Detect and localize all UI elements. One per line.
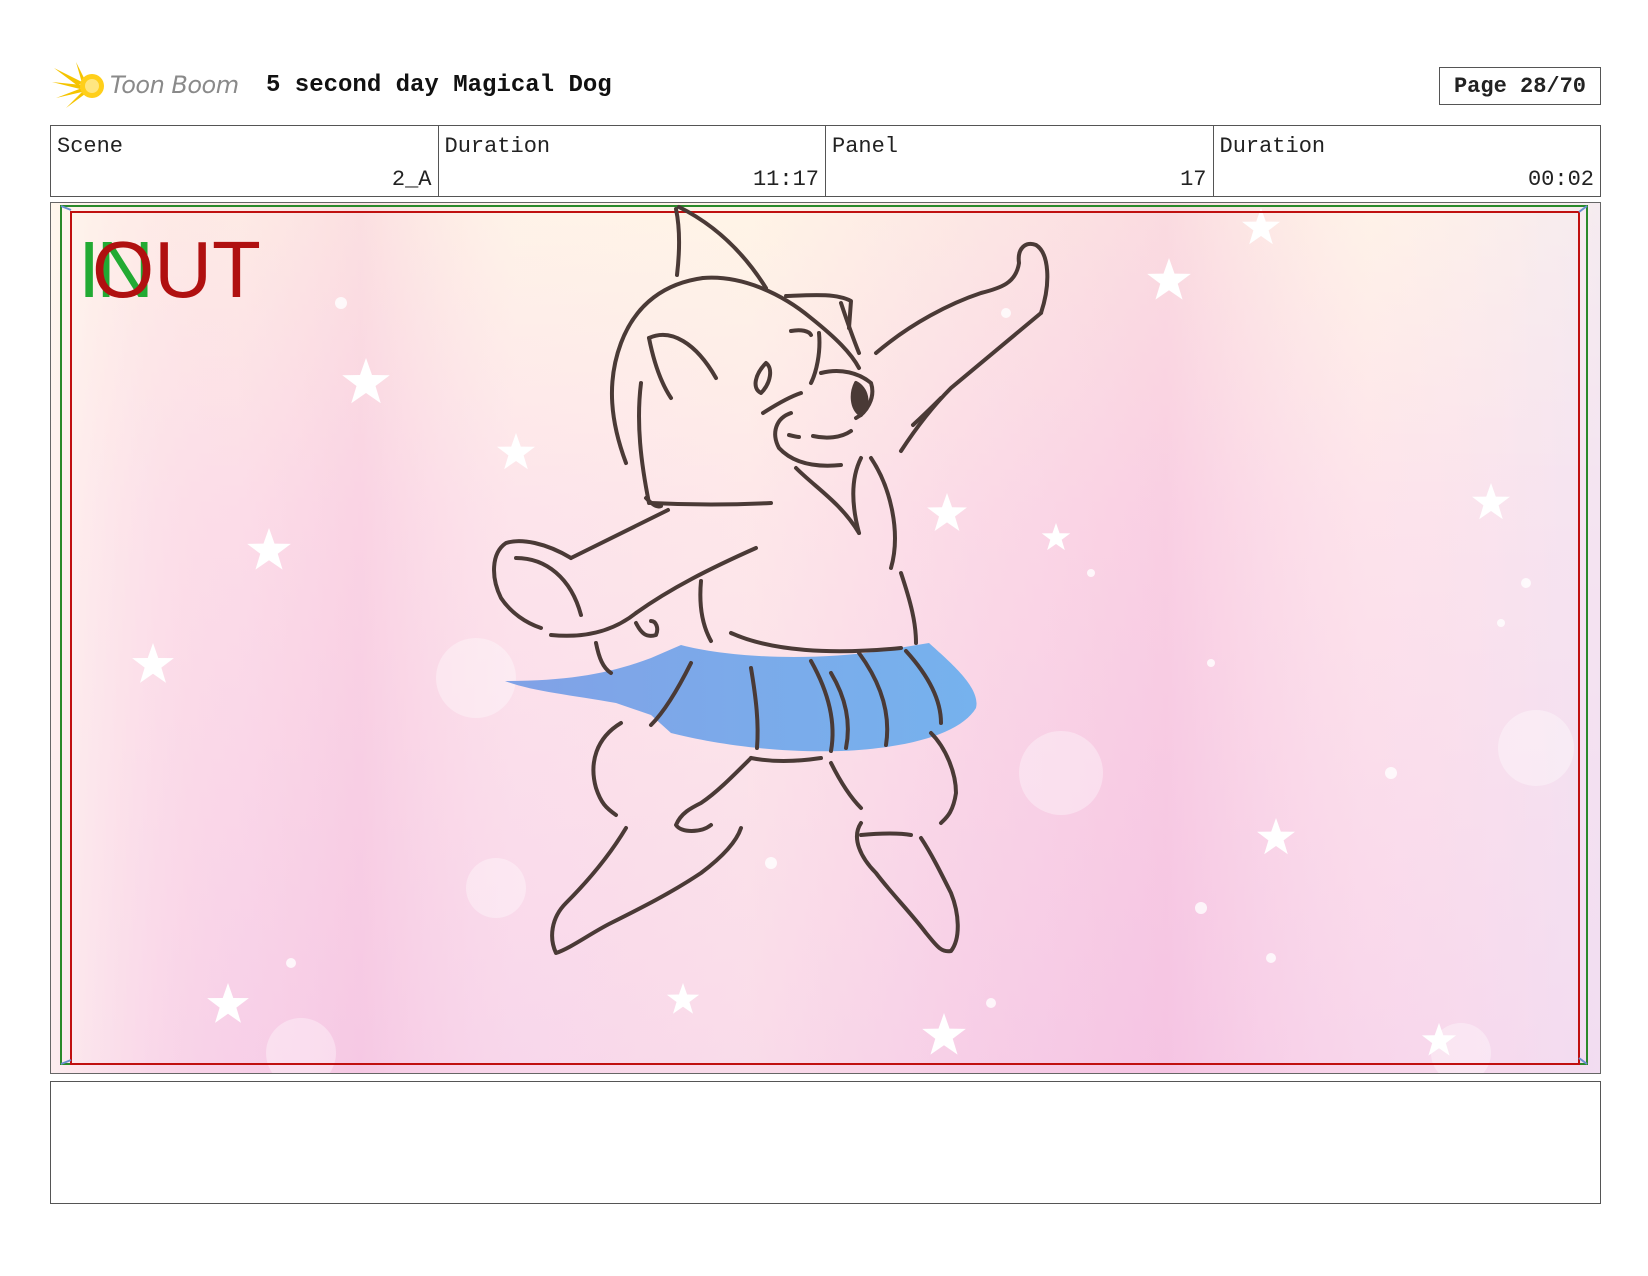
scene-cell: Scene 2_A bbox=[51, 126, 439, 196]
panel-cell: Panel 17 bbox=[826, 126, 1214, 196]
panel-value: 17 bbox=[1180, 167, 1207, 192]
toon-boom-logo: Toon Boom bbox=[52, 60, 239, 110]
storyboard-panel bbox=[50, 202, 1601, 1074]
scene-duration-cell: Duration 11:17 bbox=[439, 126, 826, 196]
out-marker: OUT bbox=[92, 225, 261, 314]
panel-duration-cell: Duration 00:02 bbox=[1214, 126, 1601, 196]
scene-duration-label: Duration bbox=[444, 134, 551, 159]
panel-artwork bbox=[51, 203, 1600, 1073]
panel-duration-label: Duration bbox=[1219, 134, 1326, 159]
scene-info-table: Scene 2_A Duration 11:17 Panel 17 Durati… bbox=[50, 125, 1601, 197]
panel-duration-value: 00:02 bbox=[1527, 167, 1594, 192]
page-number: Page 28/70 bbox=[1439, 67, 1601, 105]
panel-label: Panel bbox=[832, 134, 899, 159]
logo-text: Toon Boom bbox=[110, 71, 239, 99]
project-title: 5 second day Magical Dog bbox=[266, 72, 612, 99]
scene-label: Scene bbox=[57, 134, 124, 159]
star-burst-icon bbox=[52, 62, 104, 108]
panel-notes-box[interactable] bbox=[50, 1081, 1601, 1204]
scene-duration-value: 11:17 bbox=[752, 167, 819, 192]
scene-value: 2_A bbox=[391, 167, 432, 192]
